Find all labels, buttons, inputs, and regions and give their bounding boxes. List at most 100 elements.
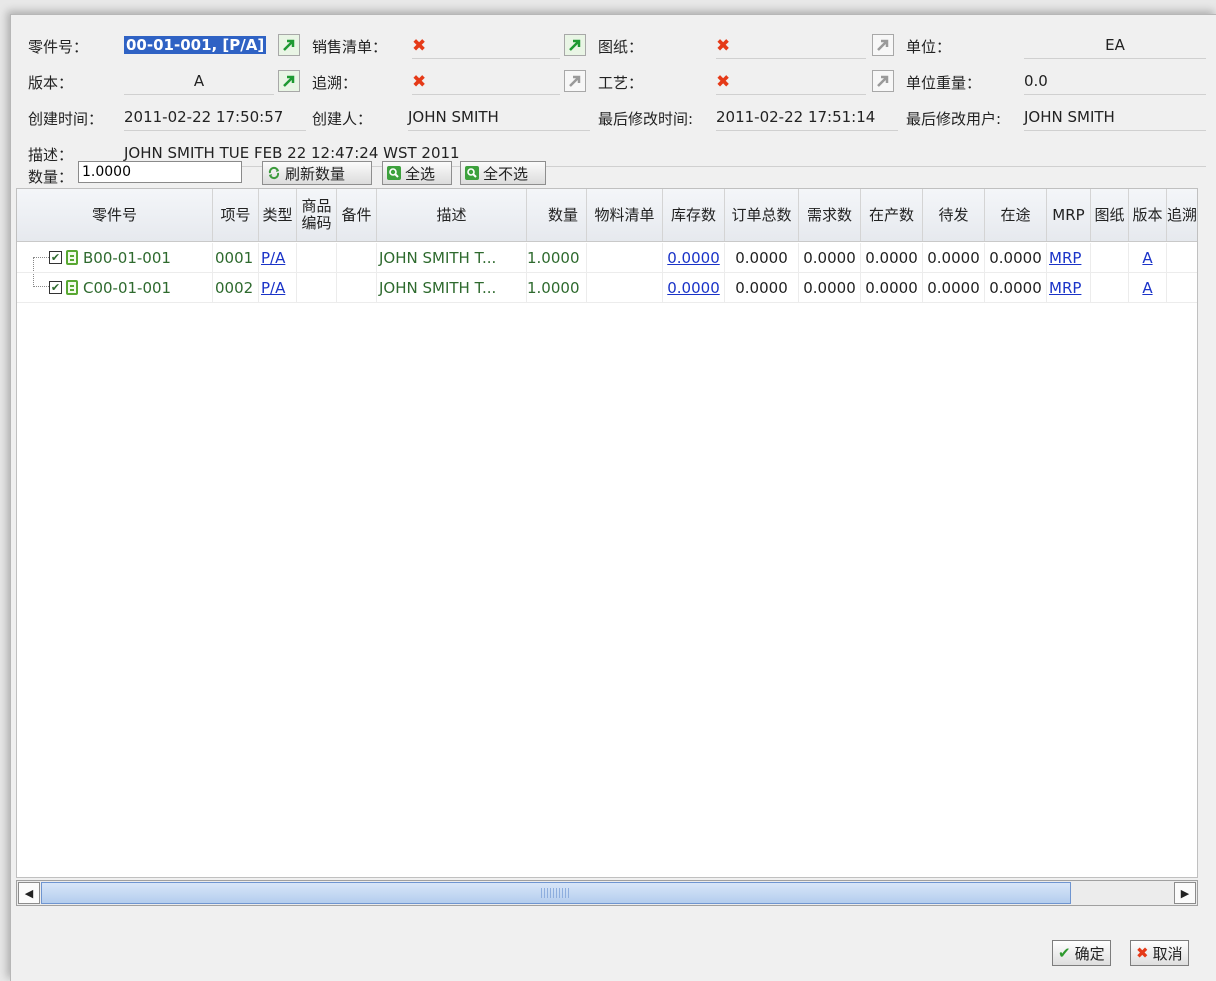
ok-button[interactable]: ✔ 确定: [1052, 940, 1111, 966]
cell-stock: 0.0000: [663, 243, 725, 272]
part-no-label: 零件号：: [28, 38, 89, 56]
col-header-version[interactable]: 版本: [1129, 189, 1167, 241]
part-no-text: C00-01-001: [83, 278, 172, 297]
magnifier-icon: [465, 166, 479, 180]
triangle-right-icon: ▶: [1180, 886, 1190, 900]
col-header-type[interactable]: 类型: [259, 189, 297, 241]
sales-list-label: 销售清单：: [312, 38, 388, 56]
col-header-drawing[interactable]: 图纸: [1091, 189, 1129, 241]
header-row-1: 零件号： 00-01-001, [P/A] 销售清单： ✖ 图纸： ✖ 单位： …: [16, 30, 1206, 59]
version-link[interactable]: A: [1142, 279, 1152, 297]
drawing-link-button[interactable]: [872, 34, 894, 56]
cell-transit: 0.0000: [985, 243, 1047, 272]
parts-grid: 零件号 项号 类型 商品编码 备件 描述 数量 物料清单 库存数 订单总数 需求…: [16, 188, 1198, 878]
unit-weight-label: 单位重量：: [906, 74, 982, 92]
mrp-link[interactable]: MRP: [1049, 249, 1081, 267]
document-icon: [66, 250, 78, 265]
version-label: 版本：: [28, 74, 74, 92]
col-header-demand[interactable]: 需求数: [799, 189, 861, 241]
version-link-button[interactable]: [278, 70, 300, 92]
row-checkbox[interactable]: ✔: [49, 281, 62, 294]
mrp-link[interactable]: MRP: [1049, 279, 1081, 297]
col-header-transit[interactable]: 在途: [985, 189, 1047, 241]
process-link-button[interactable]: [872, 70, 894, 92]
drawing-label: 图纸：: [598, 38, 644, 56]
scroll-left-button[interactable]: ◀: [18, 882, 40, 904]
cell-version: A: [1129, 273, 1167, 302]
cell-description: JOHN SMITH T...: [377, 243, 527, 272]
grip-icon: [541, 888, 571, 898]
part-no-link-button[interactable]: [278, 34, 300, 56]
stock-link[interactable]: 0.0000: [667, 279, 720, 297]
col-header-pending[interactable]: 待发: [923, 189, 985, 241]
cell-order-total: 0.0000: [725, 243, 799, 272]
col-header-qty[interactable]: 数量: [527, 189, 587, 241]
cell-item: 0001: [213, 243, 259, 272]
arrow-up-right-icon: [283, 39, 295, 51]
cell-qty: 1.0000: [527, 243, 587, 272]
cell-part-no: ✔ B00-01-001: [17, 243, 213, 272]
table-row[interactable]: ✔ C00-01-001 0002 P/A JOHN SMITH T... 1.…: [17, 273, 1197, 303]
sales-list-link-button[interactable]: [564, 34, 586, 56]
unit-weight-value: 0.0: [1024, 70, 1206, 95]
scroll-thumb[interactable]: [41, 882, 1071, 904]
col-header-commodity-code[interactable]: 商品编码: [297, 189, 337, 241]
arrow-up-right-icon: [569, 39, 581, 51]
cell-wip: 0.0000: [861, 243, 923, 272]
part-no-field[interactable]: 00-01-001, [P/A]: [124, 34, 282, 58]
cancel-label: 取消: [1152, 944, 1183, 963]
cell-version: A: [1129, 243, 1167, 272]
col-header-wip[interactable]: 在产数: [861, 189, 923, 241]
select-none-button[interactable]: 全不选: [460, 161, 546, 185]
header-row-3: 创建时间： 2011-02-22 17:50:57 创建人： JOHN SMIT…: [16, 102, 1206, 131]
col-header-bom[interactable]: 物料清单: [587, 189, 663, 241]
qty-input[interactable]: [78, 161, 242, 183]
stock-link[interactable]: 0.0000: [667, 249, 720, 267]
unit-value: EA: [1024, 34, 1206, 59]
table-row[interactable]: ✔ B00-01-001 0001 P/A JOHN SMITH T... 1.…: [17, 243, 1197, 273]
cancel-button[interactable]: ✖ 取消: [1130, 940, 1189, 966]
refresh-qty-button[interactable]: 刷新数量: [262, 161, 372, 185]
created-time-value: 2011-02-22 17:50:57: [124, 106, 306, 131]
col-header-part-no[interactable]: 零件号: [17, 189, 213, 241]
version-value: A: [124, 70, 274, 95]
row-checkbox[interactable]: ✔: [49, 251, 62, 264]
type-link[interactable]: P/A: [261, 279, 285, 297]
header-row-2: 版本： A 追溯： ✖ 工艺： ✖ 单位重量： 0.0: [16, 66, 1206, 95]
sales-list-value: ✖: [412, 34, 560, 59]
arrow-up-right-icon: [877, 75, 889, 87]
col-header-description[interactable]: 描述: [377, 189, 527, 241]
modified-time-label: 最后修改时间:: [598, 110, 694, 128]
part-no-value: 00-01-001, [P/A]: [124, 36, 267, 54]
refresh-qty-label: 刷新数量: [285, 164, 346, 183]
col-header-spare[interactable]: 备件: [337, 189, 377, 241]
creator-value: JOHN SMITH: [408, 106, 590, 131]
select-all-label: 全选: [405, 164, 436, 183]
description-label: 描述：: [28, 146, 74, 164]
cell-mrp: MRP: [1047, 243, 1091, 272]
created-time-label: 创建时间：: [28, 110, 104, 128]
select-all-button[interactable]: 全选: [382, 161, 452, 185]
col-header-trace[interactable]: 追溯: [1167, 189, 1197, 241]
cell-stock: 0.0000: [663, 273, 725, 302]
arrow-up-right-icon: [569, 75, 581, 87]
version-link[interactable]: A: [1142, 249, 1152, 267]
cell-drawing: [1091, 273, 1129, 302]
horizontal-scrollbar[interactable]: ◀ ▶: [16, 880, 1198, 906]
col-header-item[interactable]: 项号: [213, 189, 259, 241]
select-none-label: 全不选: [483, 164, 529, 183]
trace-link-button[interactable]: [564, 70, 586, 92]
triangle-left-icon: ◀: [24, 886, 34, 900]
col-header-mrp[interactable]: MRP: [1047, 189, 1091, 241]
qty-label: 数量：: [28, 168, 74, 186]
col-header-order-total[interactable]: 订单总数: [725, 189, 799, 241]
cell-part-no: ✔ C00-01-001: [17, 273, 213, 302]
cell-item: 0002: [213, 273, 259, 302]
type-link[interactable]: P/A: [261, 249, 285, 267]
trace-value: ✖: [412, 70, 560, 95]
scroll-right-button[interactable]: ▶: [1174, 882, 1196, 904]
cell-demand: 0.0000: [799, 273, 861, 302]
col-header-stock[interactable]: 库存数: [663, 189, 725, 241]
cell-transit: 0.0000: [985, 273, 1047, 302]
refresh-icon: [268, 166, 280, 180]
